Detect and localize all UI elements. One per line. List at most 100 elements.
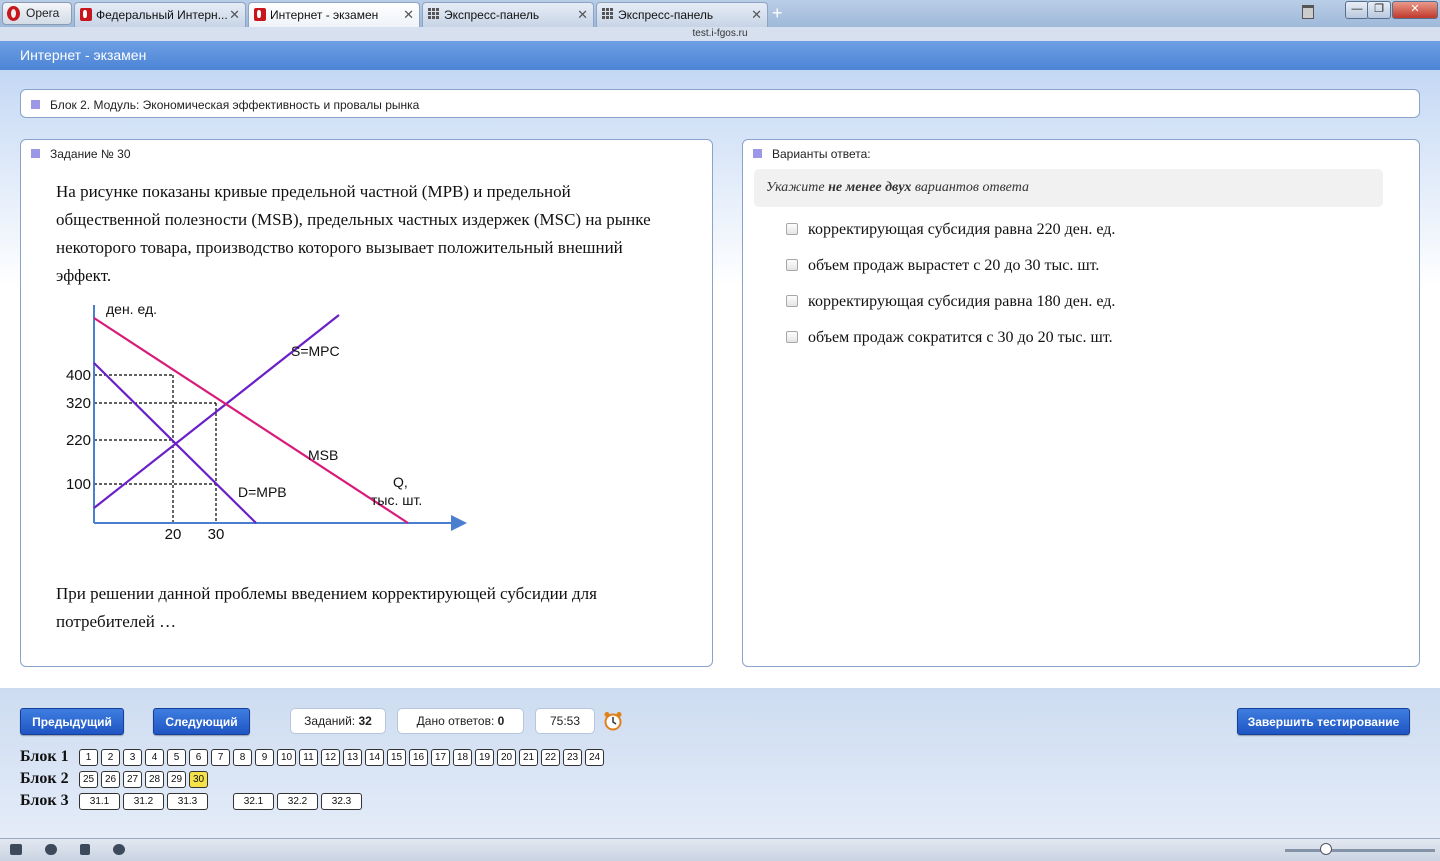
option-label: корректирующая субсидия равна 180 ден. е… — [808, 293, 1116, 310]
tab-speed-dial-2[interactable]: Экспресс-панель ✕ — [596, 2, 768, 27]
question-nav-button[interactable]: 24 — [585, 749, 604, 766]
question-nav-button[interactable]: 29 — [167, 771, 186, 788]
question-nav-button[interactable]: 13 — [343, 749, 362, 766]
bullet-square-icon — [31, 100, 40, 109]
question-nav-button[interactable]: 16 — [409, 749, 428, 766]
question-nav-button[interactable]: 30 — [189, 771, 208, 788]
task-heading: Задание № 30 — [31, 147, 131, 161]
question-nav-button[interactable]: 10 — [277, 749, 296, 766]
cloud-icon[interactable] — [45, 844, 57, 855]
question-nav-button[interactable]: 21 — [519, 749, 538, 766]
x-tick-label: 20 — [165, 526, 182, 543]
minimize-button[interactable]: — — [1345, 1, 1369, 19]
question-nav-button[interactable]: 31.3 — [167, 793, 208, 810]
question-nav-button[interactable]: 26 — [101, 771, 120, 788]
checkbox[interactable] — [786, 295, 798, 307]
task-panel: Задание № 30 На рисунке показаны кривые … — [20, 139, 713, 667]
trash-icon[interactable] — [1302, 5, 1314, 19]
y-tick-label: 100 — [66, 476, 91, 493]
question-nav-button[interactable]: 32.3 — [321, 793, 362, 810]
economics-figure: P, ден. ед. S=MPC MSB D=MPB Q, тыс. шт. … — [66, 305, 467, 543]
speed-gauge-icon[interactable] — [113, 844, 125, 855]
y-tick-label: 320 — [66, 395, 91, 412]
module-panel: Блок 2. Модуль: Экономическая эффективно… — [20, 89, 1420, 118]
y-tick-label: 220 — [66, 432, 91, 449]
question-nav-button[interactable]: 32.1 — [233, 793, 274, 810]
x-tick-label: 30 — [208, 526, 225, 543]
y-tick-label: 400 — [66, 367, 91, 384]
share-icon[interactable] — [80, 844, 90, 855]
zoom-slider-handle[interactable] — [1320, 843, 1332, 855]
zoom-slider[interactable] — [1285, 849, 1435, 852]
question-nav-button[interactable]: 25 — [79, 771, 98, 788]
question-nav-button[interactable]: 27 — [123, 771, 142, 788]
tab-title: Федеральный Интерн... — [96, 8, 228, 22]
checkbox[interactable] — [786, 223, 798, 235]
question-nav-button[interactable]: 32.2 — [277, 793, 318, 810]
tab-federal[interactable]: Федеральный Интерн... ✕ — [74, 2, 246, 27]
option-label: объем продаж вырастет с 20 до 30 тыс. шт… — [808, 257, 1100, 274]
close-window-button[interactable]: ✕ — [1392, 1, 1438, 19]
new-tab-plus-icon[interactable]: + — [772, 2, 783, 24]
answered-count-label: Дано ответов: — [416, 714, 495, 728]
task-text: На рисунке показаны кривые предельной ча… — [56, 182, 651, 285]
question-nav-button[interactable]: 8 — [233, 749, 252, 766]
close-tab-icon[interactable]: ✕ — [577, 3, 588, 27]
hint-prefix: Укажите — [766, 180, 829, 195]
question-nav-button[interactable]: 22 — [541, 749, 560, 766]
next-button[interactable]: Следующий — [153, 708, 250, 735]
navigation-footer: Предыдущий Следующий Заданий: 32 Дано от… — [0, 688, 1440, 838]
previous-button[interactable]: Предыдущий — [20, 708, 124, 735]
checkbox[interactable] — [786, 331, 798, 343]
opera-page-icon — [254, 8, 266, 21]
question-nav-button[interactable]: 4 — [145, 749, 164, 766]
question-nav-button[interactable]: 28 — [145, 771, 164, 788]
question-nav-button[interactable]: 31.2 — [123, 793, 164, 810]
question-nav-button[interactable]: 14 — [365, 749, 384, 766]
question-nav-button[interactable]: 23 — [563, 749, 582, 766]
close-tab-icon[interactable]: ✕ — [751, 3, 762, 27]
answer-hint: Укажите не менее двух вариантов ответа — [754, 169, 1383, 207]
question-nav-button[interactable]: 6 — [189, 749, 208, 766]
tasks-count-value: 32 — [358, 714, 372, 728]
opera-page-icon — [80, 8, 92, 21]
block-3-label: Блок 3 — [20, 792, 69, 809]
panel-toggle-icon[interactable] — [10, 844, 22, 855]
question-nav-button[interactable]: 20 — [497, 749, 516, 766]
tab-title: Интернет - экзамен — [270, 8, 379, 22]
checkbox[interactable] — [786, 259, 798, 271]
question-nav-button[interactable]: 11 — [299, 749, 318, 766]
close-tab-icon[interactable]: ✕ — [229, 3, 240, 27]
opera-menu-button[interactable]: Opera — [2, 2, 72, 25]
question-nav-button[interactable]: 1 — [79, 749, 98, 766]
question-nav-button[interactable]: 18 — [453, 749, 472, 766]
tab-speed-dial-1[interactable]: Экспресс-панель ✕ — [422, 2, 594, 27]
module-heading: Блок 2. Модуль: Экономическая эффективно… — [31, 98, 419, 112]
block-1-label: Блок 1 — [20, 748, 69, 765]
x-axis-label: Q, — [393, 474, 408, 490]
option-label: объем продаж сократится с 30 до 20 тыс. … — [808, 329, 1113, 346]
finish-test-button[interactable]: Завершить тестирование — [1237, 708, 1410, 735]
alarm-clock-icon — [604, 712, 622, 731]
bullet-square-icon — [753, 149, 762, 158]
question-nav-button[interactable]: 9 — [255, 749, 274, 766]
question-nav-button[interactable]: 2 — [101, 749, 120, 766]
question-nav-button[interactable]: 15 — [387, 749, 406, 766]
task-question: При решении данной проблемы введением ко… — [56, 584, 597, 631]
block-2-label: Блок 2 — [20, 770, 69, 787]
question-nav-button[interactable]: 17 — [431, 749, 450, 766]
y-axis-unit: ден. ед. — [106, 305, 157, 317]
msb-label: MSB — [308, 447, 338, 463]
page-body: Блок 2. Модуль: Экономическая эффективно… — [0, 70, 1440, 688]
tab-internet-exam[interactable]: Интернет - экзамен ✕ — [248, 2, 420, 28]
task-number: Задание № 30 — [50, 147, 131, 161]
question-nav-button[interactable]: 12 — [321, 749, 340, 766]
question-nav-button[interactable]: 31.1 — [79, 793, 120, 810]
speed-dial-icon — [428, 8, 440, 21]
question-nav-button[interactable]: 19 — [475, 749, 494, 766]
close-tab-icon[interactable]: ✕ — [403, 3, 414, 27]
question-nav-button[interactable]: 3 — [123, 749, 142, 766]
question-nav-button[interactable]: 7 — [211, 749, 230, 766]
question-nav-button[interactable]: 5 — [167, 749, 186, 766]
restore-button[interactable]: ❐ — [1367, 1, 1391, 19]
